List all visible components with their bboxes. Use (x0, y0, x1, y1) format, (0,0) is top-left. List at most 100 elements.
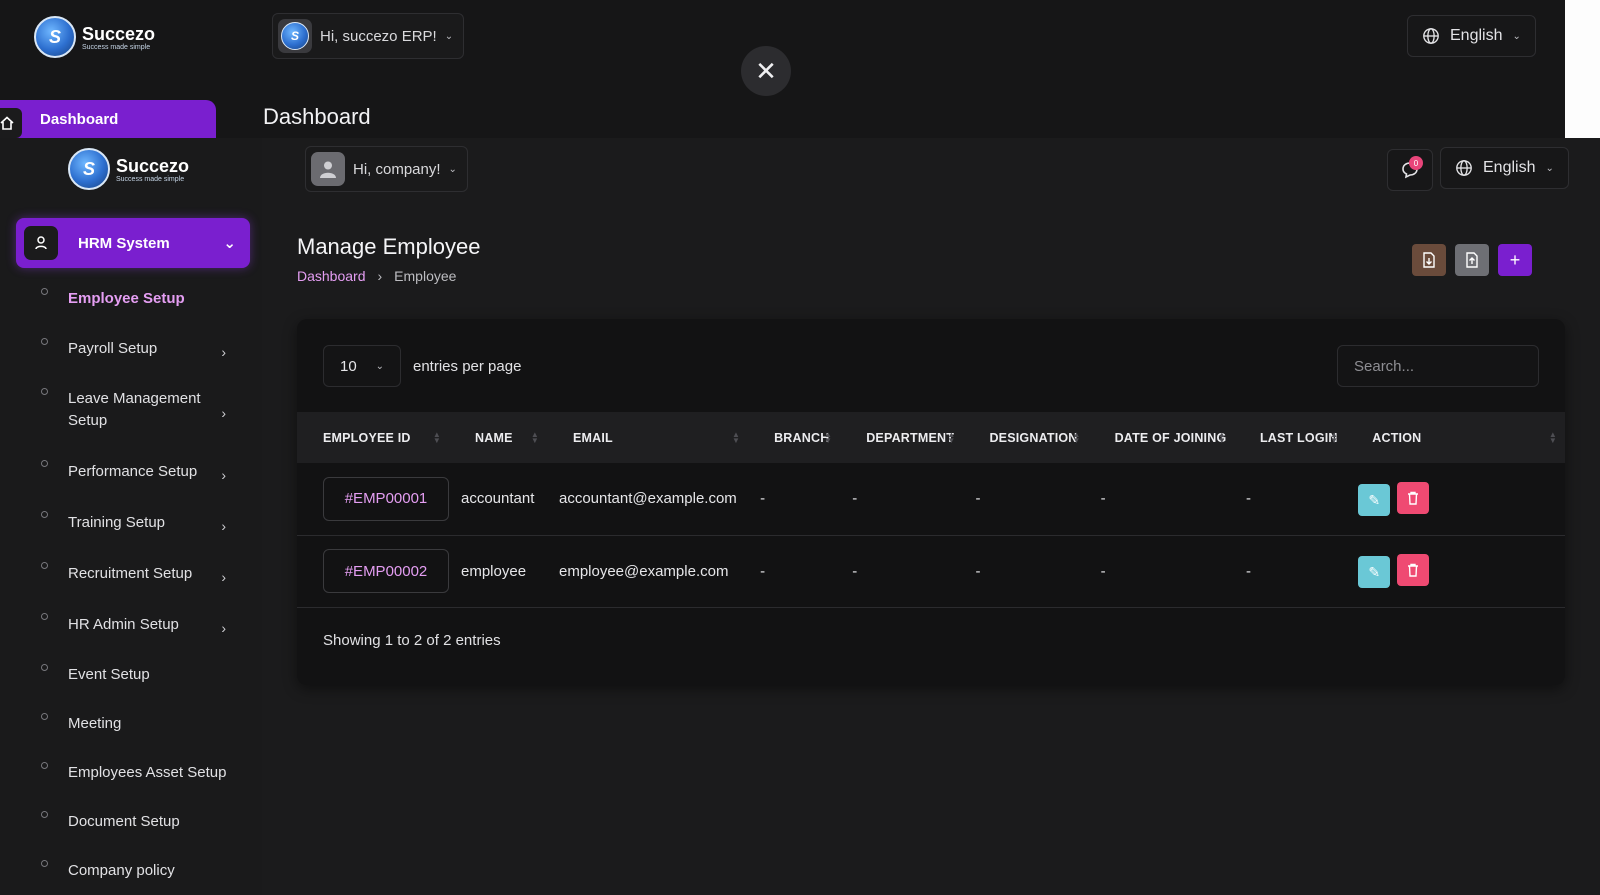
employee-designation: - (975, 490, 981, 508)
sort-icon: ▲ ▼ (530, 429, 539, 445)
globe-icon (1423, 28, 1439, 44)
column-header[interactable]: DATE OF JOINING ▲ ▼ (1089, 412, 1234, 463)
user-icon (320, 161, 336, 178)
sort-icon: ▲ ▼ (1330, 429, 1339, 445)
user-greeting: Hi, succezo ERP! (320, 27, 437, 45)
sidebar-item-label: Performance Setup (68, 462, 198, 480)
per-page-select[interactable]: 10 ⌄ (323, 345, 401, 387)
column-header[interactable]: DESIGNATION ▲ ▼ (963, 412, 1088, 463)
sidebar: S Succezo Success made simple HRM System… (0, 138, 262, 895)
file-export-icon (1423, 252, 1435, 268)
employee-name: accountant (461, 490, 535, 508)
export-button[interactable] (1412, 244, 1446, 276)
sort-icon: ▲ ▼ (947, 429, 956, 445)
chevron-right-icon: › (221, 405, 226, 421)
bullet-icon (41, 511, 48, 518)
chevron-down-icon: ⌄ (1512, 30, 1521, 42)
sidebar-logo[interactable]: S Succezo Success made simple (68, 148, 189, 190)
column-header[interactable]: LAST LOGIN ▲ ▼ (1234, 412, 1346, 463)
dashboard-tab-label: Dashboard (40, 110, 119, 128)
column-header[interactable]: ACTION ▲ ▼ (1346, 412, 1565, 463)
user-greeting: Hi, company! (353, 160, 441, 178)
close-button[interactable]: ✕ (741, 46, 791, 96)
employee-id-link[interactable]: #EMP00001 (323, 476, 449, 521)
column-header[interactable]: EMAIL ▲ ▼ (547, 412, 748, 463)
window-edge (1565, 0, 1600, 138)
plus-icon: + (1509, 249, 1521, 270)
outer-logo[interactable]: S Succezo Success made simple (34, 16, 155, 58)
sidebar-item-employees-asset-setup[interactable]: Employees Asset Setup (0, 748, 262, 797)
employee-id-link[interactable]: #EMP00002 (323, 549, 449, 593)
user-menu[interactable]: Hi, company! ⌄ (305, 146, 468, 192)
bullet-icon (41, 664, 48, 671)
import-button[interactable] (1455, 244, 1489, 276)
sidebar-item-performance-setup[interactable]: Performance Setup › (0, 446, 262, 497)
brand-tagline: Success made simple (82, 43, 151, 51)
outer-language-select[interactable]: English ⌄ (1407, 15, 1536, 57)
succezo-logo-icon: S (34, 16, 76, 58)
per-page-value: 10 (340, 357, 357, 375)
sidebar-item-employee-setup[interactable]: Employee Setup (0, 274, 262, 324)
outer-user-menu[interactable]: S Hi, succezo ERP! ⌄ (272, 13, 465, 59)
sidebar-item-meeting[interactable]: Meeting (0, 699, 262, 748)
sidebar-item-label: Training Setup (68, 513, 166, 531)
column-header[interactable]: BRANCH ▲ ▼ (748, 412, 840, 463)
add-employee-button[interactable]: + (1498, 244, 1532, 276)
edit-button[interactable]: ✎ (1358, 556, 1391, 589)
sidebar-item-training-setup[interactable]: Training Setup › (0, 497, 262, 548)
globe-icon (1456, 160, 1472, 176)
trash-icon (1408, 563, 1419, 577)
sidebar-item-label: Meeting (68, 714, 122, 732)
language-select[interactable]: English ⌄ (1440, 147, 1569, 189)
notifications-button[interactable]: 0 (1387, 149, 1433, 191)
sort-icon: ▲ ▼ (824, 429, 833, 445)
outer-dashboard-tab[interactable]: Dashboard (0, 100, 216, 138)
chevron-right-icon: › (221, 568, 226, 585)
chevron-right-icon: › (377, 268, 383, 284)
sidebar-item-event-setup[interactable]: Event Setup (0, 650, 262, 699)
sidebar-item-document-setup[interactable]: Document Setup (0, 797, 262, 846)
sidebar-item-payroll-setup[interactable]: Payroll Setup › (0, 324, 262, 374)
sidebar-item-hr-admin-setup[interactable]: HR Admin Setup › (0, 599, 262, 650)
delete-button[interactable] (1397, 481, 1430, 514)
table-header-row: EMPLOYEE ID ▲ ▼ NAME ▲ ▼ EMAIL ▲ ▼ BRANCH ▲ ▼ DE… (297, 412, 1565, 463)
employee-date-of-joining: - (1100, 562, 1106, 580)
column-header[interactable]: DEPARTMENT ▲ ▼ (840, 412, 963, 463)
chevron-down-icon: ⌄ (448, 163, 457, 175)
delete-button[interactable] (1397, 553, 1430, 586)
search-input[interactable] (1337, 345, 1539, 387)
trash-icon (1408, 491, 1419, 505)
sidebar-item-hrm-system[interactable]: HRM System ⌄ (16, 218, 250, 268)
employee-name: employee (461, 562, 527, 580)
column-header[interactable]: NAME ▲ ▼ (449, 412, 547, 463)
close-icon: ✕ (755, 55, 777, 86)
chevron-down-icon: ⌄ (223, 235, 236, 252)
per-page-label: entries per page (413, 357, 522, 375)
sidebar-item-leave-management-setup[interactable]: Leave Management Setup › (0, 374, 262, 446)
language-label: English (1450, 27, 1503, 44)
column-header[interactable]: EMPLOYEE ID ▲ ▼ (297, 412, 449, 463)
chevron-down-icon: ⌄ (1545, 162, 1554, 174)
table-row: #EMP00002 employee employee@example.com … (297, 535, 1565, 607)
sort-icon: ▲ ▼ (1548, 429, 1557, 445)
sidebar-item-label: Leave Management Setup (68, 390, 201, 429)
employee-table-card: 10 ⌄ entries per page EMPLOYEE ID▲▼ NAME… (297, 319, 1565, 685)
table-row: #EMP00001 accountant accountant@example.… (297, 463, 1565, 535)
sidebar-item-label: Employee Setup (68, 290, 185, 307)
employee-date-of-joining: - (1100, 490, 1106, 508)
chevron-down-icon: ⌄ (444, 30, 454, 42)
sidebar-item-recruitment-setup[interactable]: Recruitment Setup › (0, 548, 262, 599)
employee-department: - (852, 562, 858, 580)
sidebar-submenu: Employee Setup Payroll Setup › Leave Man… (0, 274, 262, 895)
bullet-icon (41, 613, 48, 620)
user-icon (24, 226, 58, 260)
edit-button[interactable]: ✎ (1358, 484, 1391, 516)
employee-department: - (852, 490, 858, 508)
chevron-right-icon: › (221, 619, 226, 636)
page-title: Manage Employee (297, 234, 481, 259)
bullet-icon (41, 762, 48, 769)
sidebar-item-company-policy[interactable]: Company policy (0, 846, 262, 895)
language-label: English (1483, 159, 1536, 176)
breadcrumb-dashboard-link[interactable]: Dashboard (297, 268, 366, 284)
entries-per-page: 10 ⌄ entries per page (323, 345, 521, 387)
